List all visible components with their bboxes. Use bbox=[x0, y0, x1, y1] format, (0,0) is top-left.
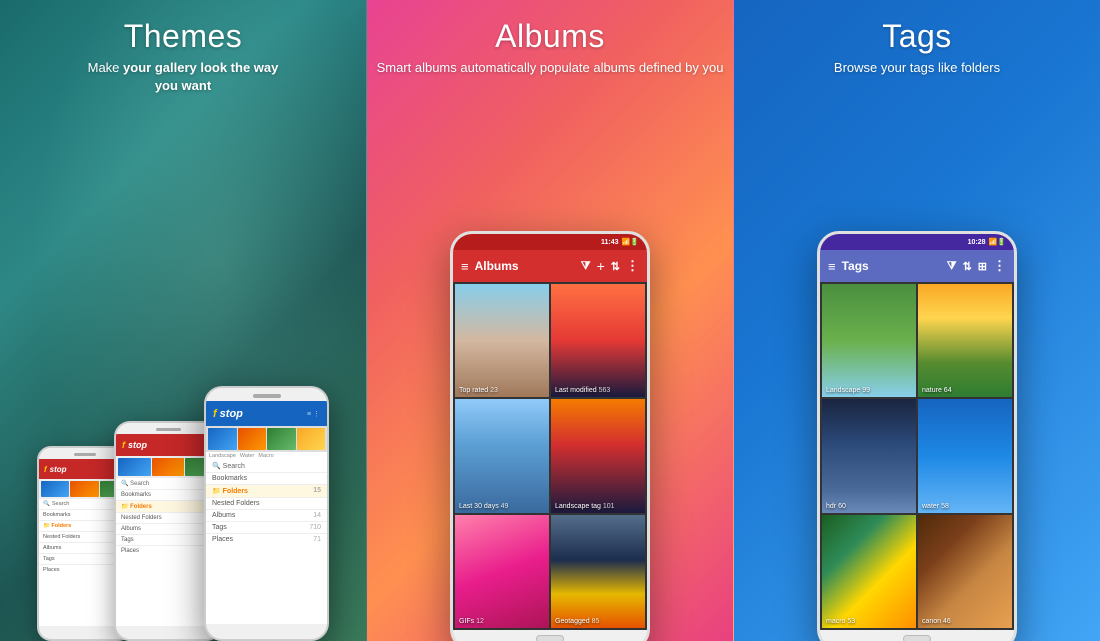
tags-sort-icon: ⇅ bbox=[963, 260, 972, 273]
album-label-gifs: GIFs 12 bbox=[459, 618, 484, 625]
themes-subtitle: Make your gallery look the wayyou want bbox=[0, 59, 366, 95]
themes-heading: Themes bbox=[0, 18, 366, 55]
tag-label-water: water 58 bbox=[922, 503, 949, 510]
tag-label-hdr: hdr 60 bbox=[826, 503, 846, 510]
tag-cell-nature: nature 64 bbox=[918, 284, 1012, 397]
tag-cell-water: water 58 bbox=[918, 399, 1012, 512]
tags-more-icon: ⋮ bbox=[993, 258, 1006, 274]
tags-heading: Tags bbox=[734, 18, 1100, 55]
tags-menu-icon: ≡ bbox=[828, 259, 836, 274]
albums-heading: Albums bbox=[367, 18, 733, 55]
tags-toolbar: ≡ Tags ⧩ ⇅ ⊞ ⋮ bbox=[820, 250, 1014, 282]
album-label-lastmod: Last modified 563 bbox=[555, 387, 610, 394]
phone-front: f stop ≡ ⋮ LandscapeWaterMacro 🔍 Search … bbox=[204, 386, 329, 641]
tags-title-block: Tags Browse your tags like folders bbox=[734, 0, 1100, 77]
tags-panel: Tags Browse your tags like folders 10:28… bbox=[734, 0, 1100, 641]
album-cell-last30: Last 30 days 49 bbox=[455, 399, 549, 512]
album-cell-geotagged: Geotagged 85 bbox=[551, 515, 645, 628]
tags-filter-icon: ⧩ bbox=[947, 260, 957, 273]
albums-more-icon: ⋮ bbox=[626, 258, 639, 274]
album-cell-toprated: Top rated 23 bbox=[455, 284, 549, 397]
tags-status-time: 10:28 bbox=[968, 239, 986, 246]
albums-sort-icon: ⇅ bbox=[611, 260, 620, 273]
tag-label-canon: canon 46 bbox=[922, 618, 951, 625]
album-label-toprated: Top rated 23 bbox=[459, 387, 498, 394]
tags-phone: 10:28 📶🔋 ≡ Tags ⧩ ⇅ ⊞ ⋮ Landscape 99 nat… bbox=[817, 231, 1017, 641]
albums-panel: Albums Smart albums automatically popula… bbox=[367, 0, 734, 641]
themes-phones-group: f stop 🔍 Search Bookmarks 📁 Folders Nest… bbox=[0, 386, 366, 641]
album-label-landscapetag: Landscape tag 101 bbox=[555, 503, 615, 510]
tag-label-macro: macro 53 bbox=[826, 618, 855, 625]
tag-cell-macro: macro 53 bbox=[822, 515, 916, 628]
albums-menu-icon: ≡ bbox=[461, 259, 469, 274]
album-label-geotagged: Geotagged 85 bbox=[555, 618, 599, 625]
tag-label-landscape: Landscape 99 bbox=[826, 387, 870, 394]
tag-cell-hdr: hdr 60 bbox=[822, 399, 916, 512]
album-cell-gifs: GIFs 12 bbox=[455, 515, 549, 628]
albums-toolbar-title: Albums bbox=[475, 259, 519, 273]
tags-grid-icon: ⊞ bbox=[978, 260, 987, 273]
themes-panel: Themes Make your gallery look the wayyou… bbox=[0, 0, 367, 641]
albums-title-block: Albums Smart albums automatically popula… bbox=[367, 0, 733, 77]
themes-title-block: Themes Make your gallery look the wayyou… bbox=[0, 0, 366, 95]
tag-cell-landscape: Landscape 99 bbox=[822, 284, 916, 397]
tags-toolbar-title: Tags bbox=[842, 259, 869, 273]
album-cell-landscapetag: Landscape tag 101 bbox=[551, 399, 645, 512]
albums-filter-icon: ⧩ bbox=[581, 260, 591, 273]
albums-grid: Top rated 23 Last modified 563 Last 30 d… bbox=[453, 282, 647, 630]
albums-status-time: 11:43 bbox=[601, 239, 619, 246]
album-label-last30: Last 30 days 49 bbox=[459, 503, 508, 510]
albums-toolbar: ≡ Albums ⧩ + ⇅ ⋮ bbox=[453, 250, 647, 282]
tag-label-nature: nature 64 bbox=[922, 387, 952, 394]
album-cell-lastmod: Last modified 563 bbox=[551, 284, 645, 397]
albums-phone: 11:43 📶🔋 ≡ Albums ⧩ + ⇅ ⋮ Top rated 23 L… bbox=[450, 231, 650, 641]
tags-grid: Landscape 99 nature 64 hdr 60 water 58 m… bbox=[820, 282, 1014, 630]
albums-subtitle: Smart albums automatically populate albu… bbox=[367, 59, 733, 77]
tags-subtitle: Browse your tags like folders bbox=[734, 59, 1100, 77]
tag-cell-canon: canon 46 bbox=[918, 515, 1012, 628]
albums-add-icon: + bbox=[597, 258, 605, 274]
